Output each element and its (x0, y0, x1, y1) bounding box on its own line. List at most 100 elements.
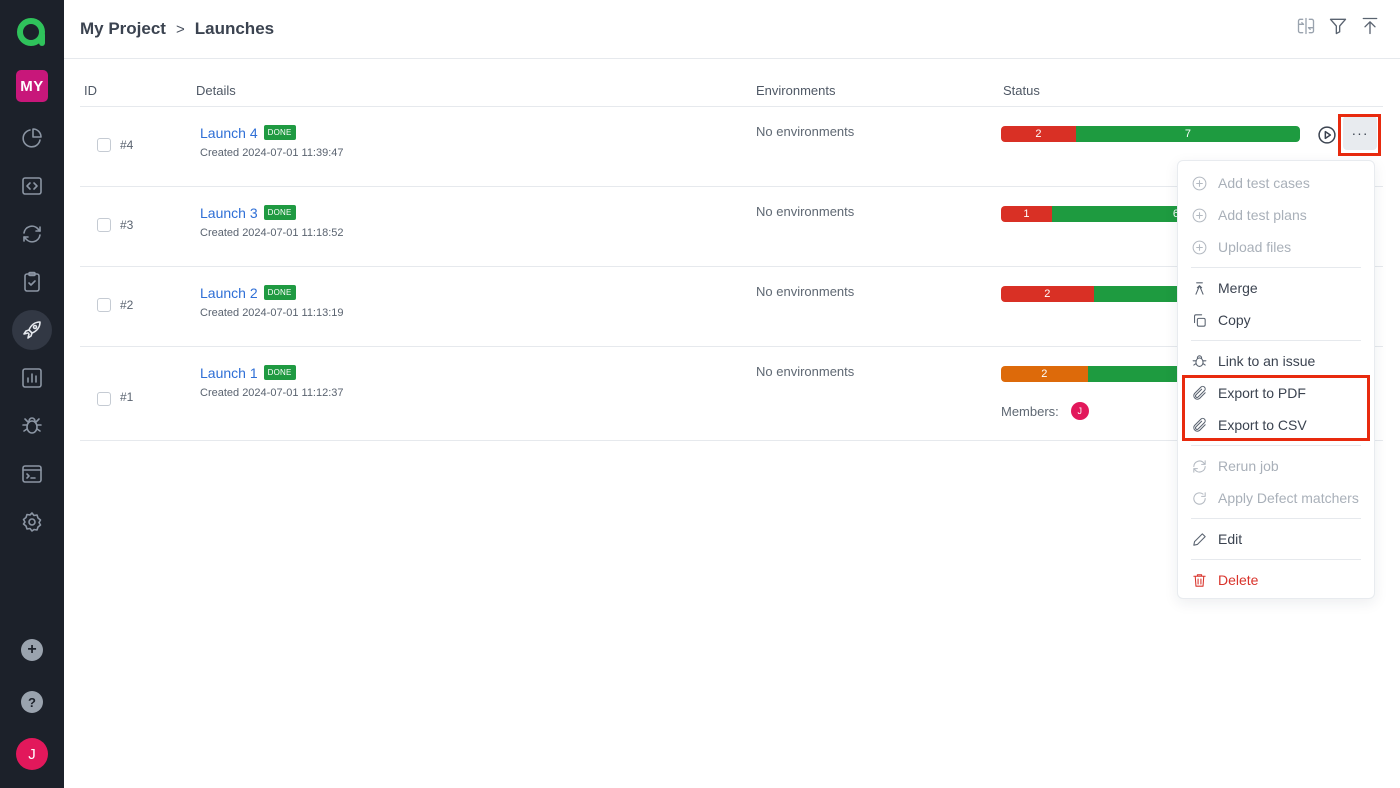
status-badge: DONE (263, 205, 296, 220)
breadcrumb: My Project > Launches (80, 19, 274, 39)
status-bar: 27 (1001, 126, 1300, 142)
menu-item-label: Link to an issue (1218, 353, 1316, 369)
filter-icon (1329, 18, 1347, 35)
menu-item-rerun-job[interactable]: Rerun job (1178, 450, 1374, 482)
sidebar-item-defects[interactable] (12, 406, 52, 446)
menu-item-label: Delete (1218, 572, 1259, 588)
menu-divider (1191, 267, 1361, 268)
environments: No environments (756, 204, 855, 219)
table-header: ID Details Environments Status (80, 75, 1383, 107)
column-header-environments[interactable]: Environments (756, 83, 835, 98)
menu-item-export-csv[interactable]: Export to CSV (1178, 409, 1374, 441)
sidebar-item-test-runs[interactable] (12, 262, 52, 302)
launch-name-link[interactable]: Launch 4 (200, 125, 258, 141)
more-actions-button[interactable]: ··· (1343, 116, 1377, 150)
sidebar-item-dashboard[interactable] (12, 118, 52, 158)
menu-item-delete[interactable]: Delete (1178, 564, 1374, 596)
menu-item-upload-files[interactable]: Upload files (1178, 231, 1374, 263)
status-segment-passed: 7 (1075, 126, 1300, 142)
launch-name-link[interactable]: Launch 2 (200, 285, 258, 301)
header-actions (1296, 15, 1380, 37)
menu-item-edit[interactable]: Edit (1178, 523, 1374, 555)
menu-item-label: Export to PDF (1218, 385, 1306, 401)
row-checkbox[interactable] (97, 218, 111, 232)
column-header-details[interactable]: Details (196, 83, 236, 98)
sync-icon (23, 225, 41, 243)
menu-divider (1191, 518, 1361, 519)
column-header-id[interactable]: ID (84, 83, 97, 98)
refresh-icon (1193, 491, 1206, 505)
rerun-icon (1193, 459, 1206, 473)
status-segment-failed: 2 (1001, 126, 1076, 142)
sidebar-item-test-plans[interactable] (12, 214, 52, 254)
bar-chart-icon (22, 368, 42, 388)
pie-chart-icon (22, 128, 42, 148)
context-menu: Add test cases Add test plans Upload fil… (1177, 160, 1375, 599)
menu-item-label: Edit (1218, 531, 1243, 547)
member-avatar[interactable]: J (1070, 402, 1089, 420)
sidebar-item-test-cases[interactable] (12, 166, 52, 206)
sidebar: MY + ? J (0, 0, 64, 788)
menu-item-label: Add test plans (1218, 207, 1307, 223)
code-icon (22, 177, 42, 195)
user-avatar[interactable]: J (16, 738, 48, 770)
compare-icon (1297, 17, 1315, 35)
status-badge: DONE (263, 125, 296, 140)
menu-item-label: Merge (1218, 280, 1258, 296)
menu-item-add-test-plans[interactable]: Add test plans (1178, 199, 1374, 231)
column-header-status[interactable]: Status (1003, 83, 1040, 98)
paperclip-icon (1193, 385, 1206, 400)
filter-button[interactable] (1328, 15, 1348, 37)
menu-divider (1191, 340, 1361, 341)
menu-item-label: Copy (1218, 312, 1251, 328)
menu-item-link-issue[interactable]: Link to an issue (1178, 345, 1374, 377)
sidebar-item-analytics[interactable] (12, 358, 52, 398)
menu-divider (1191, 559, 1361, 560)
created-date: Created 2024-07-01 11:12:37 (200, 387, 344, 399)
plus-circle-icon (1192, 176, 1207, 190)
play-icon[interactable] (1317, 125, 1337, 145)
row-checkbox[interactable] (97, 298, 111, 312)
app-logo[interactable] (16, 16, 48, 48)
menu-item-merge[interactable]: Merge (1178, 272, 1374, 304)
sidebar-item-jobs[interactable] (12, 454, 52, 494)
launch-name-link[interactable]: Launch 3 (200, 205, 258, 221)
menu-item-add-test-cases[interactable]: Add test cases (1178, 167, 1374, 199)
created-date: Created 2024-07-01 11:39:47 (200, 147, 344, 159)
clipboard-check-icon (24, 271, 40, 292)
row-checkbox[interactable] (97, 138, 111, 152)
sidebar-item-launches[interactable] (12, 310, 52, 350)
menu-item-copy[interactable]: Copy (1178, 304, 1374, 336)
gear-icon (22, 512, 42, 532)
members-label: Members: (1001, 403, 1059, 419)
menu-item-label: Rerun job (1218, 458, 1279, 474)
menu-item-label: Upload files (1218, 239, 1292, 255)
paperclip-icon (1193, 417, 1206, 432)
help-button[interactable]: ? (21, 691, 43, 713)
upload-icon (1362, 17, 1378, 35)
sidebar-item-settings[interactable] (12, 502, 52, 542)
pencil-icon (1193, 532, 1206, 546)
created-date: Created 2024-07-01 11:18:52 (200, 227, 344, 239)
project-badge[interactable]: MY (16, 70, 48, 102)
collapse-button[interactable] (1360, 15, 1380, 37)
breadcrumb-project[interactable]: My Project (80, 19, 166, 39)
terminal-icon (22, 465, 42, 483)
menu-item-label: Apply Defect matchers (1218, 490, 1359, 506)
merge-icon (1195, 281, 1204, 295)
menu-item-label: Export to CSV (1218, 417, 1307, 433)
menu-item-apply-defect-matchers[interactable]: Apply Defect matchers (1178, 482, 1374, 514)
menu-item-export-pdf[interactable]: Export to PDF (1178, 377, 1374, 409)
add-button[interactable]: + (21, 639, 43, 661)
environments: No environments (756, 364, 855, 379)
launch-name-link[interactable]: Launch 1 (200, 365, 258, 381)
row-checkbox[interactable] (97, 392, 111, 406)
launch-id: #3 (120, 218, 134, 232)
launch-id: #2 (120, 298, 134, 312)
bug-icon (22, 417, 42, 434)
menu-divider (1191, 445, 1361, 446)
compare-button[interactable] (1296, 15, 1316, 37)
launch-id: #1 (120, 390, 134, 404)
breadcrumb-current: Launches (194, 19, 275, 38)
created-date: Created 2024-07-01 11:13:19 (200, 307, 344, 319)
